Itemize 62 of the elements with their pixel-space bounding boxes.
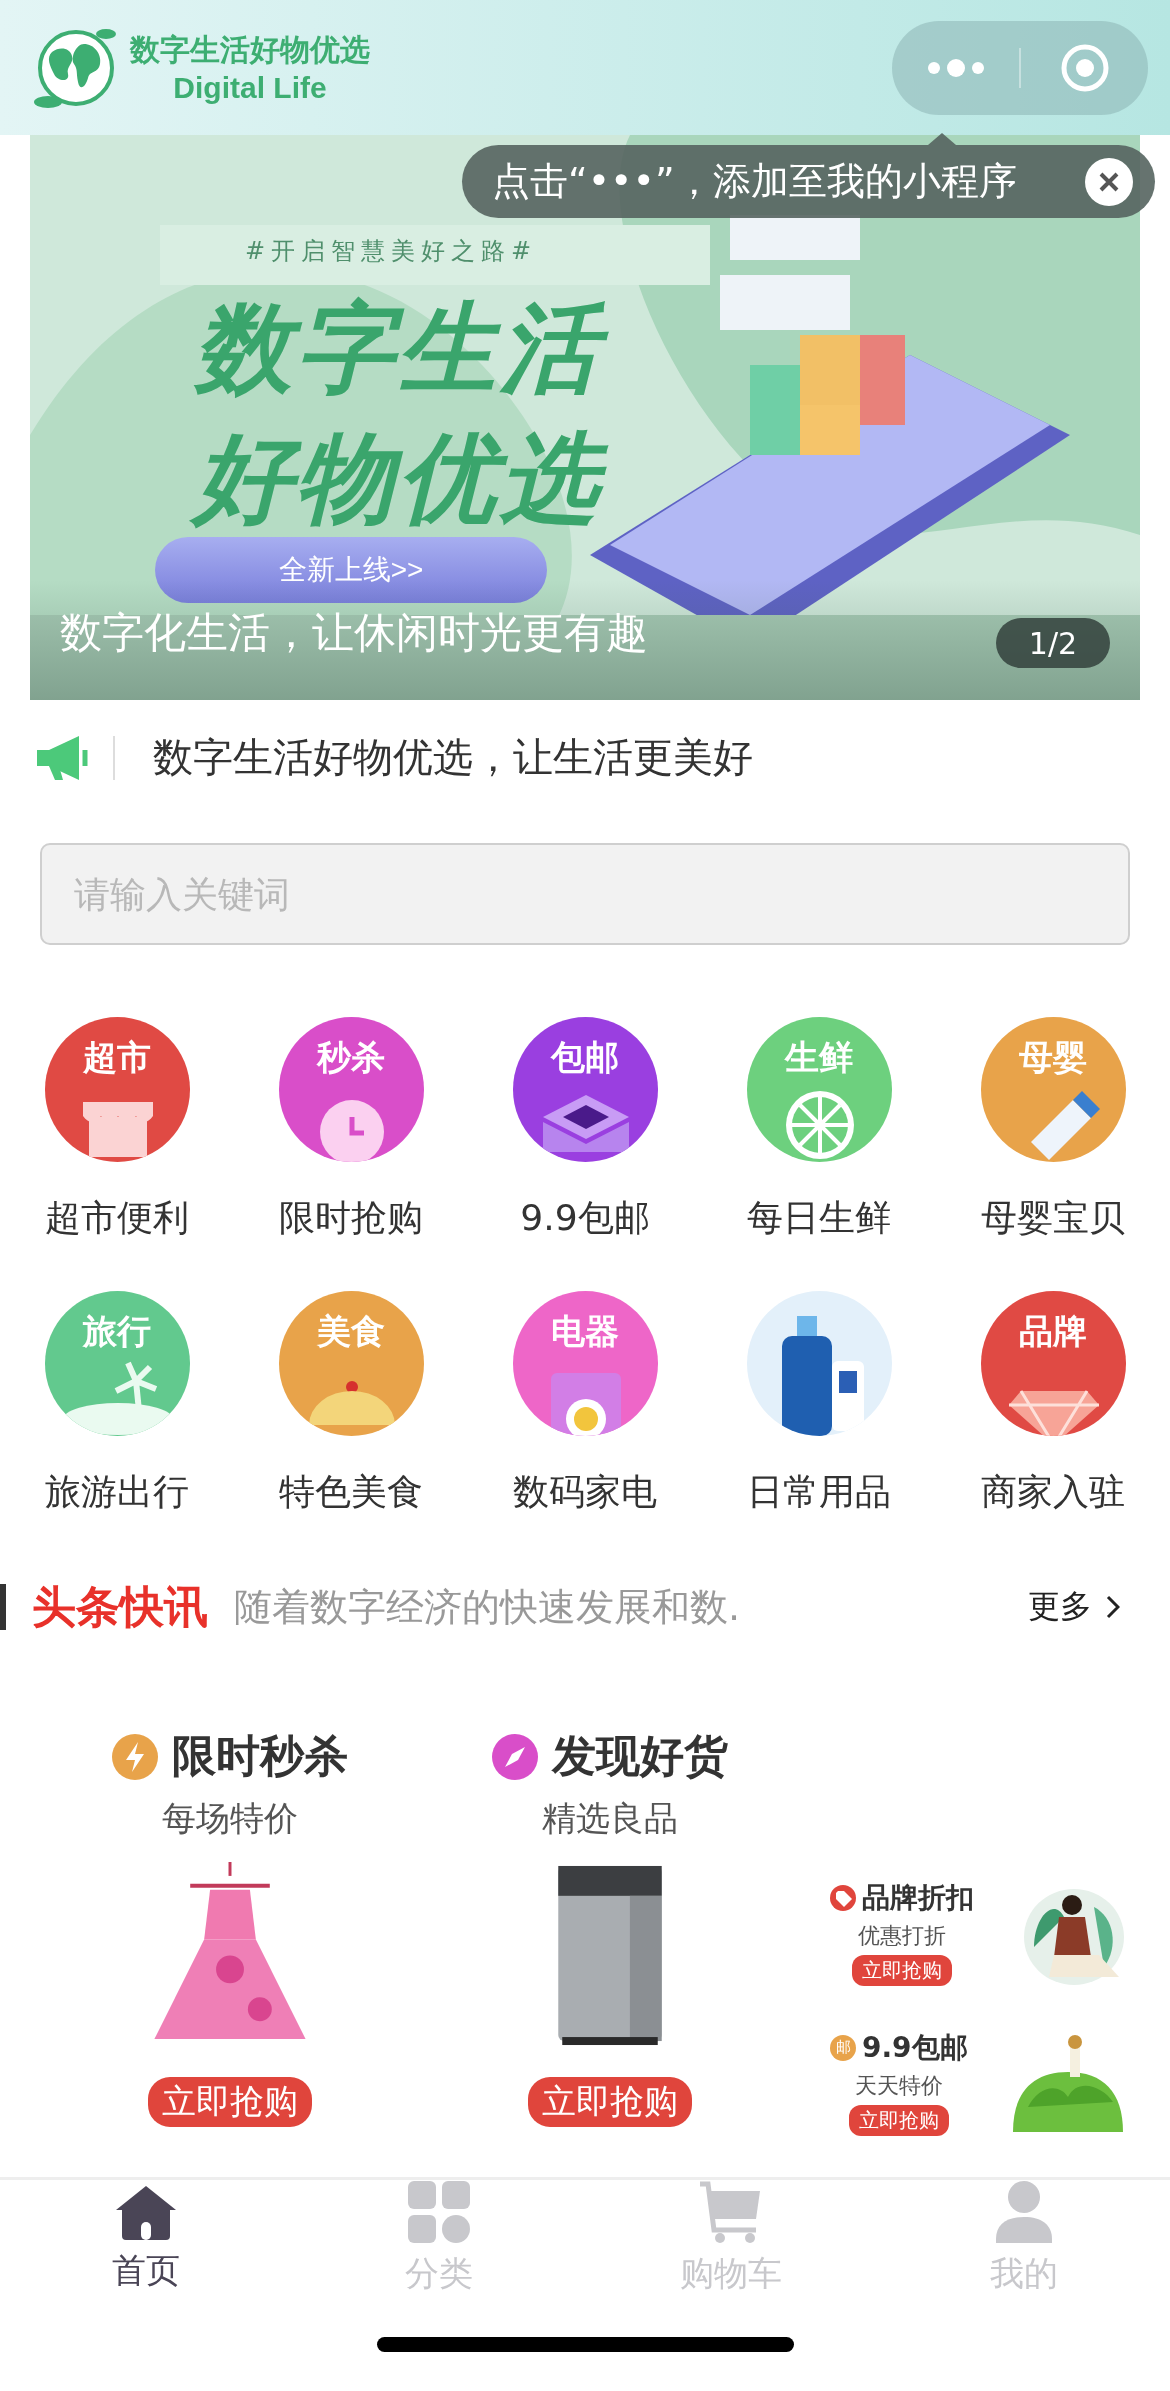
close-button[interactable] xyxy=(1085,157,1133,206)
compass-icon xyxy=(492,1733,538,1780)
banner-button[interactable]: 全新上线>> xyxy=(155,537,547,603)
target-icon xyxy=(1059,42,1110,93)
category-label: 日常用品 xyxy=(747,1470,891,1514)
mail-badge: 邮 xyxy=(830,2034,856,2061)
news-headline[interactable]: 随着数字经济的快速发展和数. xyxy=(234,1581,1028,1633)
baby-bottle-drawing xyxy=(1030,1091,1100,1160)
buy-now-button[interactable]: 立即抢购 xyxy=(848,2104,949,2136)
category-label: 数码家电 xyxy=(513,1470,657,1514)
alarm-clock-drawing xyxy=(319,1100,384,1162)
buy-now-button[interactable]: 立即抢购 xyxy=(852,1954,952,1986)
user-icon xyxy=(995,2180,1052,2243)
category-badge-text: 超市 xyxy=(82,1036,152,1079)
lime-slice-drawing xyxy=(785,1091,854,1159)
banner-caption: 数字化生活，让休闲时光更有趣 xyxy=(60,607,648,659)
logo-subtitle: Digital Life xyxy=(173,71,327,105)
promo-title: 9.9包邮 xyxy=(862,2029,968,2066)
category-label: 9.9包邮 xyxy=(520,1196,650,1240)
promo-title: 品牌折扣 xyxy=(862,1879,974,1916)
category-label: 超市便利 xyxy=(45,1196,189,1240)
category-label: 特色美食 xyxy=(279,1470,423,1514)
buy-now-button[interactable]: 立即抢购 xyxy=(148,2077,312,2127)
close-icon xyxy=(1098,170,1120,193)
promo-subtitle: 优惠打折 xyxy=(858,1921,946,1950)
tag-icon xyxy=(830,1884,856,1911)
search-field[interactable]: 请输入关键词 xyxy=(40,843,1130,945)
more-link[interactable]: 更多 xyxy=(1028,1585,1120,1629)
category-badge-text: 品牌 xyxy=(1018,1310,1088,1353)
megaphone-icon xyxy=(35,733,91,782)
grid-icon xyxy=(407,2180,470,2243)
page-indicator: 1/2 xyxy=(996,618,1110,668)
category-label: 商家入驻 xyxy=(981,1470,1125,1514)
category-badge-text: 美食 xyxy=(316,1310,386,1353)
category-label: 旅游出行 xyxy=(45,1470,189,1514)
buy-now-button[interactable]: 立即抢购 xyxy=(528,2077,692,2127)
washer-drawing xyxy=(550,1373,621,1436)
promo-subtitle: 天天特价 xyxy=(854,2071,943,2100)
category-badge-text: 包邮 xyxy=(549,1036,620,1079)
category-badge-text: 母婴 xyxy=(1018,1036,1088,1079)
more-icon xyxy=(925,57,986,78)
promo-subtitle: 每场特价 xyxy=(162,1797,298,1840)
news-title: 头条快讯 xyxy=(32,1579,208,1634)
category-badge-text: 生鲜 xyxy=(783,1036,854,1079)
category-label: 每日生鲜 xyxy=(747,1196,891,1240)
notice-text: 数字生活好物优选，让生活更美好 xyxy=(153,733,753,782)
category-label: 母婴宝贝 xyxy=(981,1196,1125,1240)
tooltip-text: 点击“•••”，添加至我的小程序 xyxy=(492,158,1017,205)
lightning-icon xyxy=(112,1733,158,1780)
promo-title: 发现好货 xyxy=(552,1729,728,1783)
tab[interactable]: 首页 xyxy=(0,2182,293,2295)
category-label: 限时抢购 xyxy=(279,1196,423,1240)
category-badge-text: 秒杀 xyxy=(315,1036,386,1079)
awning-drawing xyxy=(82,1102,153,1157)
banner-headline: 数字生活 xyxy=(170,285,626,413)
chevron-right-icon xyxy=(1106,1595,1120,1619)
banner-hashtag: #开启智慧美好之路# xyxy=(245,236,538,267)
promo-title: 限时秒杀 xyxy=(172,1729,348,1783)
logo-title: 数字生活好物优选 xyxy=(130,31,370,69)
promo-subtitle: 精选良品 xyxy=(542,1797,678,1840)
category-badge-text: 电器 xyxy=(550,1310,620,1353)
category-badge-text: 旅行 xyxy=(81,1310,152,1353)
